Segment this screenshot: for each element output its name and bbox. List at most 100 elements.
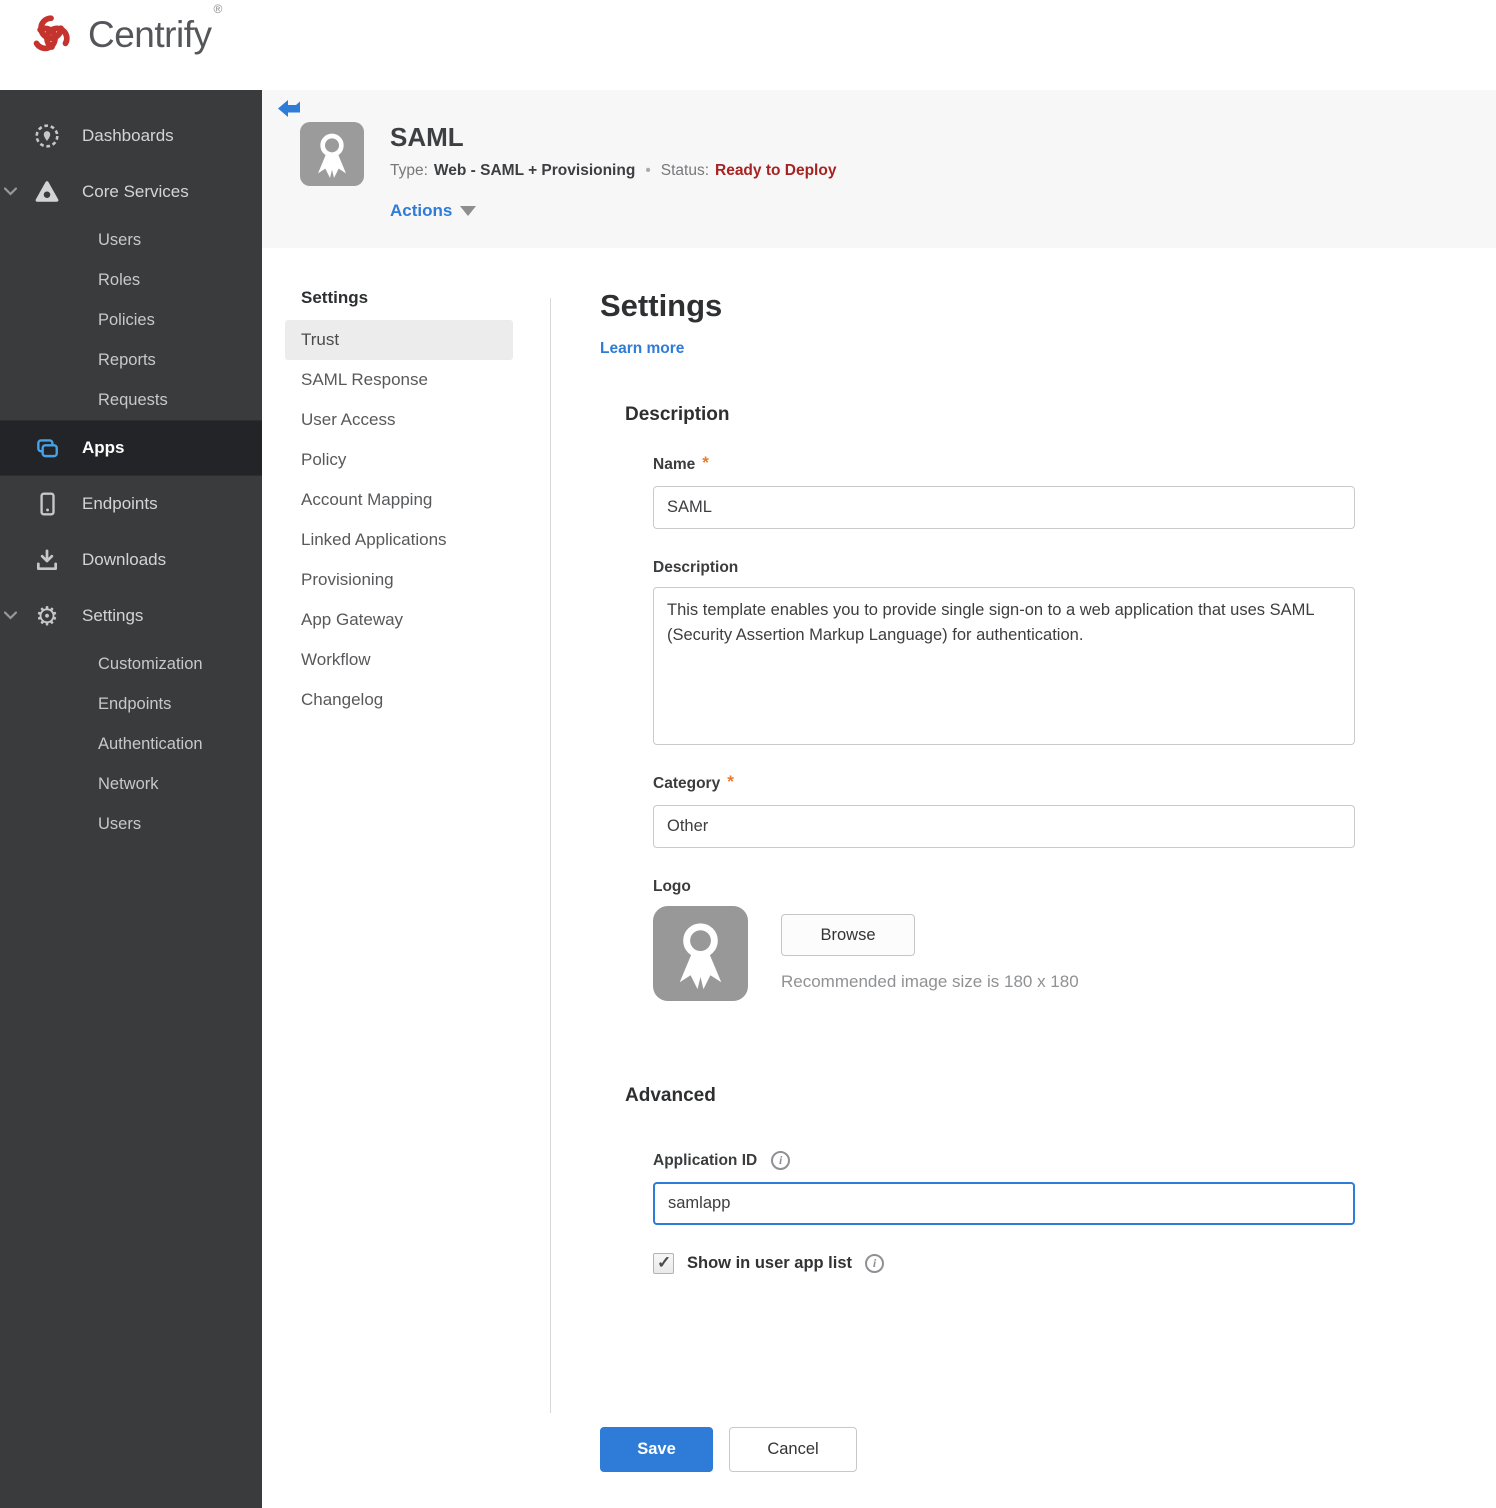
nav-item-linked-applications[interactable]: Linked Applications — [285, 520, 513, 560]
actions-dropdown[interactable]: Actions — [390, 201, 477, 221]
name-field-label: Name * — [653, 453, 1360, 474]
application-id-label-row: Application ID i — [653, 1151, 1360, 1170]
label-text: Name — [653, 456, 696, 473]
app-logo-badge — [300, 122, 364, 186]
type-value: Web - SAML + Provisioning — [433, 162, 636, 179]
vertical-divider — [550, 298, 551, 1413]
app-nav-heading: Settings — [301, 288, 369, 307]
app-title: SAML — [390, 122, 464, 152]
sidebar-sublabel: Customization — [98, 654, 203, 673]
status-value: Ready to Deploy — [715, 162, 837, 179]
required-asterisk: * — [727, 772, 734, 791]
label-text: Application ID — [653, 1151, 758, 1169]
sidebar-item-settings-users[interactable]: Users — [0, 804, 262, 844]
sidebar-label: Apps — [82, 438, 125, 457]
name-input[interactable] — [653, 486, 1355, 529]
top-brand-bar: Centrify® — [0, 0, 1496, 90]
sidebar-label: Settings — [82, 606, 144, 625]
sidebar-sublabel: Reports — [98, 350, 156, 369]
back-arrow-icon[interactable] — [276, 98, 302, 122]
sidebar-label: Dashboards — [82, 126, 174, 145]
logo-size-hint: Recommended image size is 180 x 180 — [781, 972, 1079, 991]
show-in-user-app-list-checkbox[interactable] — [653, 1253, 674, 1274]
show-in-user-app-list-row: Show in user app list i — [653, 1253, 1360, 1274]
endpoint-device-icon — [34, 491, 60, 517]
form-buttons: Save Cancel — [600, 1427, 1360, 1472]
sidebar-item-apps[interactable]: Apps — [0, 420, 262, 476]
centrify-logo: Centrify® — [28, 2, 222, 58]
sidebar-sublabel: Users — [98, 814, 142, 833]
nav-item-trust[interactable]: Trust — [285, 320, 513, 360]
nav-item-provisioning[interactable]: Provisioning — [285, 560, 513, 600]
apps-icon — [34, 435, 60, 461]
sidebar-item-network[interactable]: Network — [0, 764, 262, 804]
status-label: Status: — [660, 162, 709, 179]
app-meta-row: Type: Web - SAML + Provisioning • Status… — [390, 162, 836, 180]
sidebar-item-authentication[interactable]: Authentication — [0, 724, 262, 764]
description-field-label: Description — [653, 559, 1360, 577]
chevron-down-icon — [3, 183, 18, 201]
info-icon[interactable]: i — [865, 1254, 885, 1273]
sidebar-item-dashboards[interactable]: Dashboards — [0, 108, 262, 164]
description-textarea[interactable]: This template enables you to provide sin… — [653, 587, 1355, 745]
label-text: Category — [653, 775, 721, 792]
actions-label: Actions — [390, 201, 453, 220]
save-button[interactable]: Save — [600, 1427, 713, 1472]
gear-icon: ⚙ — [35, 601, 59, 631]
brand-trademark: ® — [213, 2, 223, 16]
sidebar-label: Endpoints — [82, 494, 158, 513]
sidebar-label: Core Services — [82, 182, 189, 201]
nav-item-saml-response[interactable]: SAML Response — [285, 360, 513, 400]
required-asterisk: * — [702, 453, 709, 472]
sidebar: Dashboards Core Services Users Roles Pol… — [0, 90, 262, 1508]
chevron-down-icon — [460, 206, 477, 216]
sidebar-item-core-services[interactable]: Core Services — [0, 164, 262, 220]
brand-name: Centrify — [88, 14, 212, 55]
centrify-swirl-icon — [33, 15, 70, 52]
download-icon — [34, 547, 60, 573]
app-logo-thumbnail — [653, 906, 748, 1001]
nav-item-app-gateway[interactable]: App Gateway — [285, 600, 513, 640]
sidebar-sublabel: Authentication — [98, 734, 203, 753]
logo-row: Browse Recommended image size is 180 x 1… — [653, 906, 1360, 1001]
sidebar-sublabel: Network — [98, 774, 159, 793]
app-settings-nav: Settings Trust SAML Response User Access… — [285, 288, 513, 720]
sidebar-item-settings[interactable]: ⚙ Settings — [0, 588, 262, 644]
page-title: Settings — [600, 288, 723, 323]
nav-item-changelog[interactable]: Changelog — [285, 680, 513, 720]
sidebar-item-customization[interactable]: Customization — [0, 644, 262, 684]
sidebar-sublabel: Requests — [98, 390, 168, 409]
checkbox-label: Show in user app list — [687, 1254, 853, 1272]
core-services-icon — [34, 179, 60, 205]
nav-item-user-access[interactable]: User Access — [285, 400, 513, 440]
sidebar-item-reports[interactable]: Reports — [0, 340, 262, 380]
sidebar-item-policies[interactable]: Policies — [0, 300, 262, 340]
sidebar-sublabel: Roles — [98, 270, 141, 289]
nav-item-policy[interactable]: Policy — [285, 440, 513, 480]
category-input[interactable] — [653, 805, 1355, 848]
content-area: Settings Trust SAML Response User Access… — [262, 248, 1496, 1508]
chevron-down-icon — [3, 607, 18, 625]
nav-item-account-mapping[interactable]: Account Mapping — [285, 480, 513, 520]
sidebar-item-roles[interactable]: Roles — [0, 260, 262, 300]
description-section-heading: Description — [625, 404, 730, 425]
logo-field-label: Logo — [653, 878, 1360, 896]
label-text: Logo — [653, 878, 691, 895]
advanced-section-heading: Advanced — [625, 1085, 716, 1106]
meta-separator: • — [645, 162, 651, 179]
label-text: Description — [653, 559, 739, 576]
browse-button[interactable]: Browse — [781, 914, 915, 956]
learn-more-link[interactable]: Learn more — [600, 340, 684, 358]
sidebar-sublabel: Endpoints — [98, 694, 172, 713]
sidebar-item-downloads[interactable]: Downloads — [0, 532, 262, 588]
sidebar-item-users[interactable]: Users — [0, 220, 262, 260]
application-id-input[interactable] — [653, 1182, 1355, 1225]
sidebar-item-settings-endpoints[interactable]: Endpoints — [0, 684, 262, 724]
category-field-label: Category * — [653, 772, 1360, 793]
sidebar-item-endpoints[interactable]: Endpoints — [0, 476, 262, 532]
nav-item-workflow[interactable]: Workflow — [285, 640, 513, 680]
sidebar-item-requests[interactable]: Requests — [0, 380, 262, 420]
info-icon[interactable]: i — [771, 1151, 791, 1170]
cancel-button[interactable]: Cancel — [729, 1427, 857, 1472]
sidebar-label: Downloads — [82, 550, 167, 569]
